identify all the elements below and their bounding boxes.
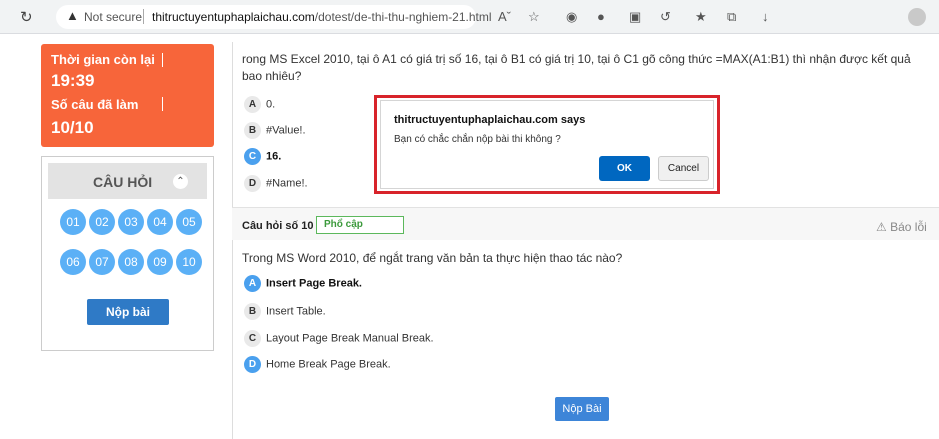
option-letter: A xyxy=(244,96,261,113)
submit-button[interactable]: Nộp bài xyxy=(87,299,169,325)
option-text: Home Break Page Break. xyxy=(266,358,391,371)
question-number-button[interactable]: 09 xyxy=(147,249,173,275)
question-number-button[interactable]: 02 xyxy=(89,209,115,235)
confirm-dialog-highlight: thitructuyentuphaplaichau.com says Bạn c… xyxy=(374,95,720,194)
option-text: 0. xyxy=(266,98,276,111)
url-text[interactable]: thitructuyentuphaplaichau.com/dotest/de-… xyxy=(152,10,492,24)
question-number-button[interactable]: 08 xyxy=(118,249,144,275)
favorites-icon[interactable]: ★ xyxy=(695,9,707,25)
option-letter: D xyxy=(244,175,261,192)
option-text: 16. xyxy=(266,150,282,163)
option-letter: A xyxy=(244,275,261,292)
refresh-extension-icon[interactable]: ↺ xyxy=(660,9,671,25)
category-tag: Phổ cập xyxy=(316,216,404,234)
browser-toolbar: ↻ ▲ Not secure thitructuyentuphaplaichau… xyxy=(0,0,939,34)
extension-icon[interactable]: ◉ xyxy=(566,9,577,25)
question-text: rong MS Excel 2010, tại ô A1 có giá trị … xyxy=(242,52,911,83)
question-number-button[interactable]: 04 xyxy=(147,209,173,235)
answer-option-selected[interactable]: C 16. xyxy=(244,148,281,165)
done-count-value: 10/10 xyxy=(51,118,94,137)
option-text: Insert Page Break. xyxy=(266,277,362,290)
url-domain: thitructuyentuphaplaichau.com xyxy=(152,10,315,24)
answer-option[interactable]: B Insert Table. xyxy=(244,303,326,320)
question-number-button[interactable]: 03 xyxy=(118,209,144,235)
time-left-label: Thời gian còn lại xyxy=(51,52,155,67)
question-navigator-header[interactable]: CÂU HỎI ⌃ xyxy=(48,163,207,199)
collections-icon[interactable]: ⧉ xyxy=(727,9,736,25)
report-error-link[interactable]: ⚠ Báo lỗi xyxy=(876,220,927,234)
time-left-value: 19:39 xyxy=(51,71,95,90)
question-text: Trong MS Word 2010, để ngắt trang văn bả… xyxy=(242,251,623,265)
profile-avatar[interactable] xyxy=(908,8,926,26)
question-number-button[interactable]: 01 xyxy=(60,209,86,235)
warning-icon[interactable]: ▲ xyxy=(66,8,79,23)
read-aloud-icon[interactable]: Aˇ xyxy=(498,9,511,24)
dialog-message: Bạn có chắc chắn nộp bài thi không ? xyxy=(394,134,561,145)
answer-option[interactable]: D #Name!. xyxy=(244,175,308,192)
dialog-title: thitructuyentuphaplaichau.com says xyxy=(394,114,586,126)
option-text: #Name!. xyxy=(266,177,308,190)
divider xyxy=(162,53,163,67)
option-text: Layout Page Break Manual Break. xyxy=(266,332,434,345)
chevron-up-icon[interactable]: ⌃ xyxy=(173,174,188,189)
question-number-button[interactable]: 06 xyxy=(60,249,86,275)
ok-button[interactable]: OK xyxy=(599,156,650,181)
reload-icon[interactable]: ↻ xyxy=(20,8,33,26)
answer-option-selected[interactable]: D Home Break Page Break. xyxy=(244,356,391,373)
option-text: #Value!. xyxy=(266,124,306,137)
done-count-label: Số câu đã làm xyxy=(51,97,139,112)
report-error-label: Báo lỗi xyxy=(890,220,927,234)
option-letter: B xyxy=(244,303,261,320)
url-path: /dotest/de-thi-thu-nghiem-21.html xyxy=(314,10,492,24)
confirm-dialog: thitructuyentuphaplaichau.com says Bạn c… xyxy=(380,100,714,189)
favorite-add-icon[interactable]: ☆ xyxy=(528,9,540,25)
security-label[interactable]: Not secure xyxy=(84,10,142,24)
option-letter: D xyxy=(244,356,261,373)
cancel-button[interactable]: Cancel xyxy=(658,156,709,181)
option-text: Insert Table. xyxy=(266,305,326,318)
question-navigator-title: CÂU HỎI xyxy=(93,174,153,190)
answer-option[interactable]: C Layout Page Break Manual Break. xyxy=(244,330,434,347)
submit-exam-button[interactable]: Nộp Bài xyxy=(555,397,609,421)
answer-option-selected[interactable]: A Insert Page Break. xyxy=(244,275,362,292)
answer-option[interactable]: B #Value!. xyxy=(244,122,306,139)
timer-box: Thời gian còn lại 19:39 Số câu đã làm 10… xyxy=(41,44,214,147)
camera-icon[interactable]: ▣ xyxy=(629,9,641,25)
divider xyxy=(162,97,163,111)
option-letter: B xyxy=(244,122,261,139)
question-number-button[interactable]: 05 xyxy=(176,209,202,235)
option-letter: C xyxy=(244,148,261,165)
question-number-button[interactable]: 07 xyxy=(89,249,115,275)
color-extension-icon[interactable]: ● xyxy=(597,9,605,24)
option-letter: C xyxy=(244,330,261,347)
download-icon[interactable]: ↓ xyxy=(762,9,769,24)
answer-option[interactable]: A 0. xyxy=(244,96,275,113)
question-title: Câu hỏi số 10 xyxy=(242,220,314,232)
separator xyxy=(143,9,144,24)
question-number-button[interactable]: 10 xyxy=(176,249,202,275)
